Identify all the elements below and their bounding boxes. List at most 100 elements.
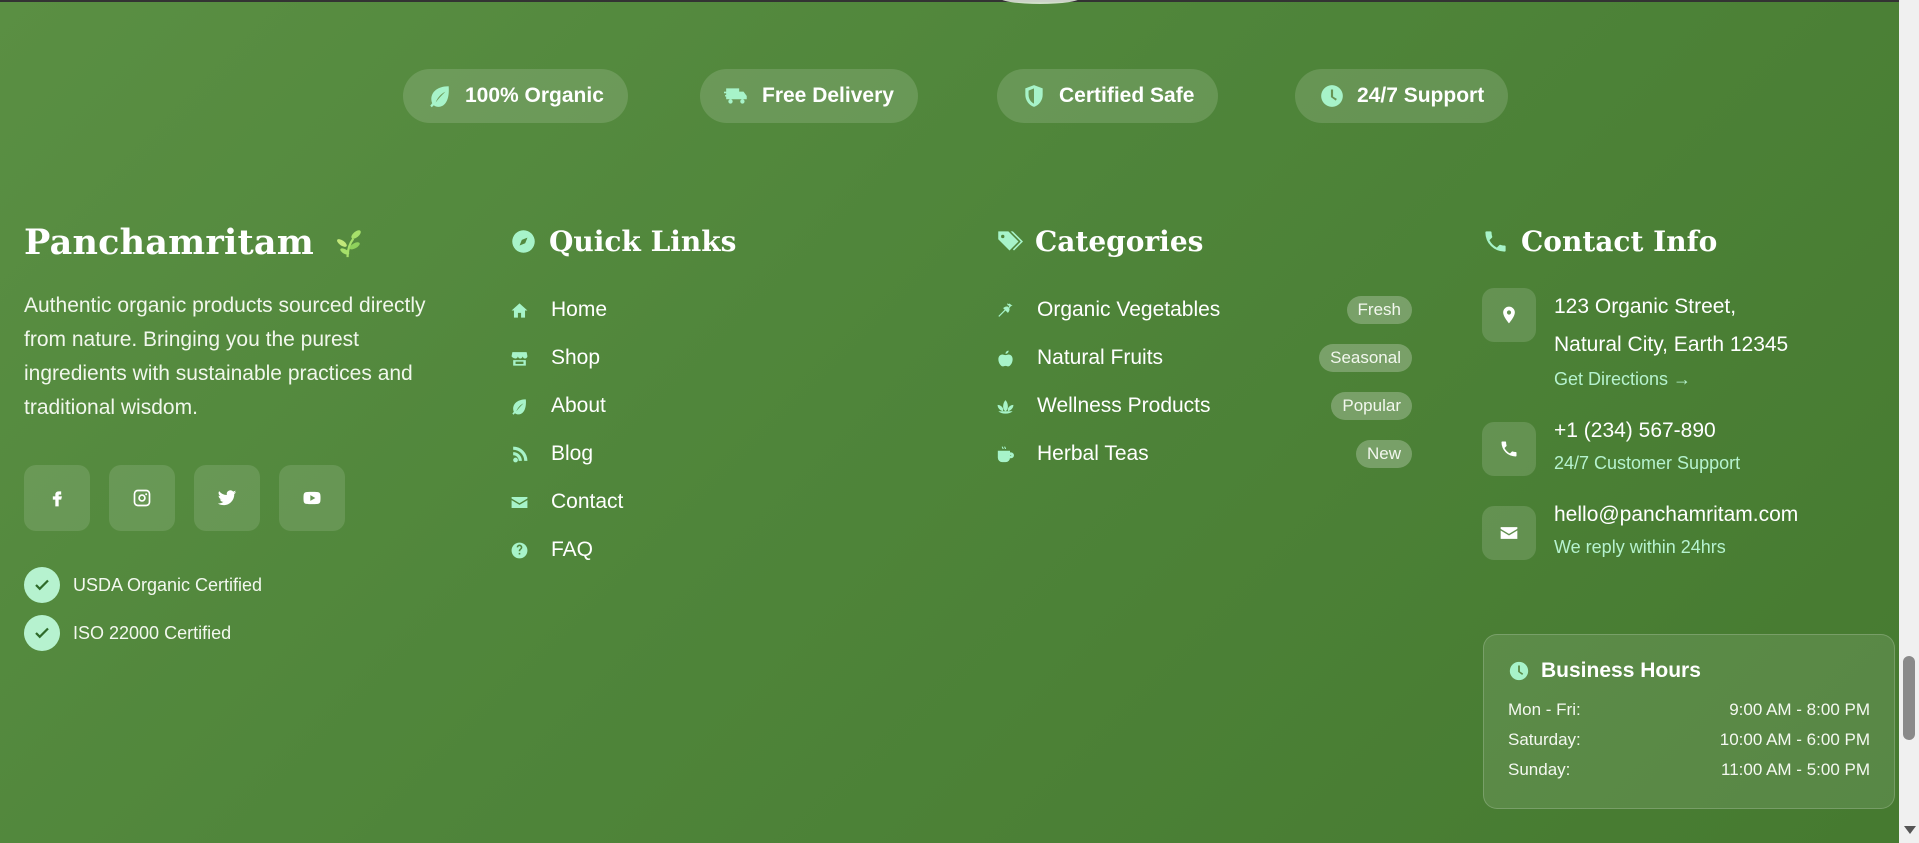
categories-heading: Categories xyxy=(996,220,1412,262)
quick-links-list: Home Shop About Blog Contact FAQ xyxy=(510,286,736,574)
link-home[interactable]: Home xyxy=(510,286,736,334)
tags-icon xyxy=(998,230,1023,250)
hours-row: Saturday: 10:00 AM - 6:00 PM xyxy=(1508,725,1870,755)
certification-item: ISO 22000 Certified xyxy=(24,615,444,651)
category-wellness[interactable]: Wellness Products Popular xyxy=(996,382,1412,430)
site-footer: 100% Organic Free Delivery Certified Saf… xyxy=(0,0,1899,843)
feature-label: 100% Organic xyxy=(465,84,604,107)
youtube-button[interactable] xyxy=(279,465,345,531)
truck-icon xyxy=(724,88,747,104)
brand-description: Authentic organic products sourced direc… xyxy=(24,294,426,419)
facebook-button[interactable] xyxy=(24,465,90,531)
hours-time: 9:00 AM - 8:00 PM xyxy=(1729,700,1870,719)
link-label: About xyxy=(551,394,606,417)
certification-label: USDA Organic Certified xyxy=(73,574,263,595)
category-vegetables[interactable]: Organic Vegetables Fresh xyxy=(996,286,1412,334)
brand-column: Panchamritam Authentic organic products … xyxy=(24,222,444,663)
category-label: Organic Vegetables xyxy=(1037,298,1221,321)
brand-name: Panchamritam xyxy=(24,222,314,263)
contact-heading: Contact Info xyxy=(1482,220,1798,262)
link-label: Contact xyxy=(551,490,624,513)
hours-day: Sunday: xyxy=(1508,760,1571,779)
sprout-icon xyxy=(337,229,361,257)
feature-label: 24/7 Support xyxy=(1357,84,1485,107)
scrollbar-thumb[interactable] xyxy=(1903,656,1915,740)
instagram-button[interactable] xyxy=(109,465,175,531)
twitter-icon xyxy=(217,490,237,506)
address-line-2: Natural City, Earth 12345 xyxy=(1554,333,1789,356)
facebook-icon xyxy=(52,491,62,507)
feature-support: 24/7 Support xyxy=(1295,69,1509,123)
feature-delivery: Free Delivery xyxy=(700,69,918,123)
business-hours-heading: Business Hours xyxy=(1508,659,1870,683)
youtube-icon xyxy=(303,491,321,505)
phone-subtext: 24/7 Customer Support xyxy=(1554,453,1741,473)
home-icon xyxy=(511,302,528,318)
link-faq[interactable]: FAQ xyxy=(510,526,736,574)
compass-icon xyxy=(512,229,535,253)
blog-icon xyxy=(513,446,528,462)
category-label: Natural Fruits xyxy=(1037,346,1164,369)
feature-certified: Certified Safe xyxy=(997,69,1219,123)
feature-label: Certified Safe xyxy=(1059,84,1195,107)
email-icon-box xyxy=(1482,506,1536,560)
scroll-down-arrow[interactable] xyxy=(1904,826,1916,834)
check-icon xyxy=(24,615,60,651)
categories-column: Categories Organic Vegetables Fresh Natu… xyxy=(996,220,1412,478)
phone-number[interactable]: +1 (234) 567-890 xyxy=(1554,414,1740,448)
business-hours-card: Business Hours Mon - Fri: 9:00 AM - 8:00… xyxy=(1483,634,1895,809)
hours-row: Sunday: 11:00 AM - 5:00 PM xyxy=(1508,755,1870,785)
link-contact[interactable]: Contact xyxy=(510,478,736,526)
link-shop[interactable]: Shop xyxy=(510,334,736,382)
carrot-icon xyxy=(998,302,1013,317)
hours-time: 11:00 AM - 5:00 PM xyxy=(1721,760,1870,779)
category-fruits[interactable]: Natural Fruits Seasonal xyxy=(996,334,1412,382)
social-links xyxy=(24,465,444,531)
brand-heading: Panchamritam xyxy=(24,222,444,263)
link-label: Shop xyxy=(551,346,601,369)
lotus-icon xyxy=(997,399,1014,414)
leaf-icon xyxy=(512,398,526,415)
feature-pills: 100% Organic Free Delivery Certified Saf… xyxy=(0,69,1899,123)
business-hours-title: Business Hours xyxy=(1541,659,1701,682)
email-address[interactable]: hello@panchamritam.com xyxy=(1554,498,1798,532)
quick-links-title: Quick Links xyxy=(549,224,737,258)
page-scrollbar[interactable] xyxy=(1899,0,1919,843)
hours-day: Saturday: xyxy=(1508,730,1581,749)
link-blog[interactable]: Blog xyxy=(510,430,736,478)
contact-address: 123 Organic Street, Natural City, Earth … xyxy=(1482,288,1798,394)
link-label: FAQ xyxy=(551,538,594,561)
envelope-icon xyxy=(1500,527,1518,539)
certification-item: USDA Organic Certified xyxy=(24,567,444,603)
envelope-icon xyxy=(511,496,528,508)
hours-time: 10:00 AM - 6:00 PM xyxy=(1719,730,1870,749)
phone-icon xyxy=(1501,441,1517,457)
clock-icon xyxy=(1321,85,1343,107)
hours-day: Mon - Fri: xyxy=(1508,700,1581,719)
address-line-1: 123 Organic Street, xyxy=(1554,295,1737,318)
category-teas[interactable]: Herbal Teas New xyxy=(996,430,1412,478)
email-subtext: We reply within 24hrs xyxy=(1554,537,1726,557)
phone-icon xyxy=(1485,230,1506,252)
category-badge: Seasonal xyxy=(1319,344,1412,372)
category-label: Wellness Products xyxy=(1037,394,1211,417)
categories-list: Organic Vegetables Fresh Natural Fruits … xyxy=(996,286,1412,478)
certification-label: ISO 22000 Certified xyxy=(73,622,232,643)
location-icon-box xyxy=(1482,288,1536,342)
phone-icon-box xyxy=(1482,422,1536,476)
contact-phone: +1 (234) 567-890 24/7 Customer Support xyxy=(1482,414,1798,478)
get-directions-link[interactable]: Get Directions → xyxy=(1554,364,1788,394)
clock-icon xyxy=(1509,661,1529,681)
feature-organic: 100% Organic xyxy=(403,69,628,123)
link-label: Blog xyxy=(551,442,594,465)
top-border xyxy=(0,0,1899,2)
link-about[interactable]: About xyxy=(510,382,736,430)
twitter-button[interactable] xyxy=(194,465,260,531)
certifications: USDA Organic Certified ISO 22000 Certifi… xyxy=(24,567,444,651)
contact-email: hello@panchamritam.com We reply within 2… xyxy=(1482,498,1798,562)
contact-column: Contact Info 123 Organic Street, Natural… xyxy=(1482,220,1798,562)
contact-title: Contact Info xyxy=(1521,224,1718,258)
scroll-top-nub xyxy=(1000,0,1080,4)
leaf-icon xyxy=(430,86,449,108)
feature-label: Free Delivery xyxy=(762,84,894,107)
